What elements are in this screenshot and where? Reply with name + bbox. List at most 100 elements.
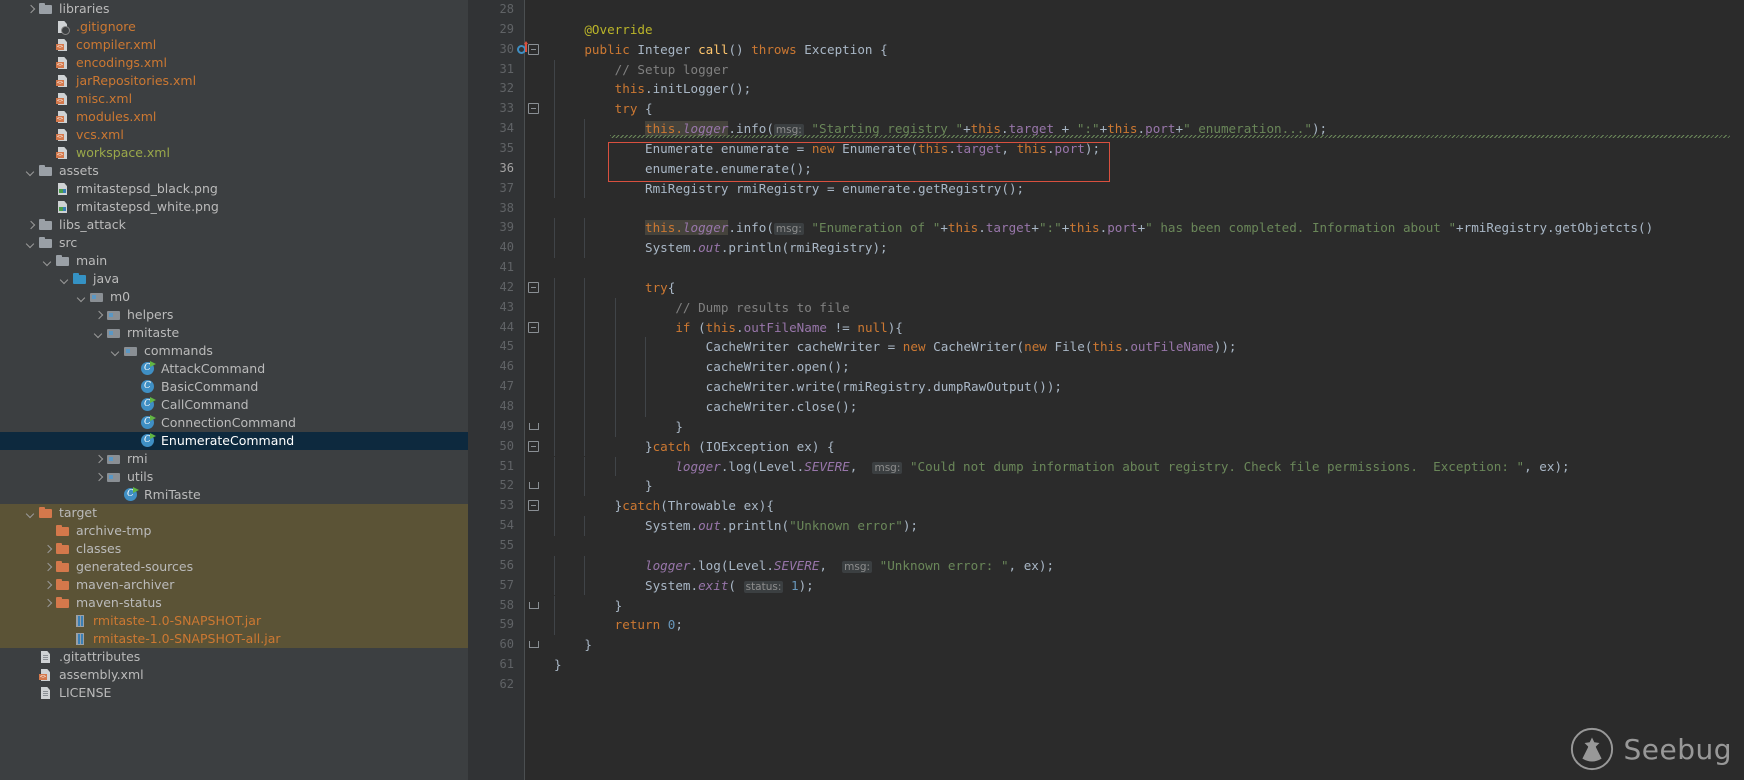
tree-item-src[interactable]: src bbox=[0, 234, 468, 252]
code-line[interactable]: 43 // Dump results to file bbox=[468, 297, 1744, 318]
code-line[interactable]: 46 cacheWriter.open(); bbox=[468, 357, 1744, 378]
code-line[interactable]: 39 this.logger.info(msg: "Enumeration of… bbox=[468, 218, 1744, 239]
chevron-right-icon[interactable] bbox=[25, 4, 36, 15]
chevron-right-icon[interactable] bbox=[42, 598, 53, 609]
tree-item-attackcommand[interactable]: AttackCommand bbox=[0, 360, 468, 378]
project-tree-panel[interactable]: libraries .gitignore compiler.xml encodings… bbox=[0, 0, 468, 780]
code-line[interactable]: 47 cacheWriter.write(rmiRegistry.dumpRaw… bbox=[468, 377, 1744, 397]
code-line[interactable]: 48 cacheWriter.close(); bbox=[468, 397, 1744, 417]
tree-item-rmitaste-1-0-snapshot-jar[interactable]: rmitaste-1.0-SNAPSHOT.jar bbox=[0, 612, 468, 630]
tree-item-libraries[interactable]: libraries bbox=[0, 0, 468, 18]
code-line[interactable]: 42 try{ bbox=[468, 277, 1744, 298]
code-line[interactable]: 38 bbox=[468, 199, 1744, 219]
tree-item-rmitastepsd-black-png[interactable]: rmitastepsd_black.png bbox=[0, 180, 468, 198]
chevron-down-icon[interactable] bbox=[25, 166, 36, 177]
tree-item-maven-archiver[interactable]: maven-archiver bbox=[0, 576, 468, 594]
tree-item-vcs-xml[interactable]: vcs.xml bbox=[0, 126, 468, 144]
code-line[interactable]: 28 bbox=[468, 0, 1744, 20]
code-line[interactable]: 50 }catch (IOException ex) { bbox=[468, 436, 1744, 457]
code-line[interactable]: 45 CacheWriter cacheWriter = new CacheWr… bbox=[468, 337, 1744, 358]
tree-item-utils[interactable]: utils bbox=[0, 468, 468, 486]
code-line[interactable]: 53 }catch(Throwable ex){ bbox=[468, 496, 1744, 517]
tree-item-compiler-xml[interactable]: compiler.xml bbox=[0, 36, 468, 54]
chevron-down-icon[interactable] bbox=[59, 274, 70, 285]
code-line[interactable]: 49 } bbox=[468, 416, 1744, 437]
fold-end-icon[interactable] bbox=[528, 421, 539, 432]
tree-item--gitignore[interactable]: .gitignore bbox=[0, 18, 468, 36]
chevron-down-icon[interactable] bbox=[76, 292, 87, 303]
tree-item-connectioncommand[interactable]: ConnectionCommand bbox=[0, 414, 468, 432]
chevron-right-icon[interactable] bbox=[25, 220, 36, 231]
fold-end-icon[interactable] bbox=[528, 639, 539, 650]
tree-item-assembly-xml[interactable]: assembly.xml bbox=[0, 666, 468, 684]
code-line[interactable]: 59 return 0; bbox=[468, 615, 1744, 636]
tree-item-helpers[interactable]: helpers bbox=[0, 306, 468, 324]
chevron-right-icon[interactable] bbox=[93, 454, 104, 465]
fold-end-icon[interactable] bbox=[528, 600, 539, 611]
code-editor[interactable]: 28 29 @Override 30 public Integer call() t… bbox=[468, 0, 1744, 780]
code-line[interactable]: 29 @Override bbox=[468, 20, 1744, 40]
code-line[interactable]: 60 } bbox=[468, 635, 1744, 655]
tree-item-jarrepositories-xml[interactable]: jarRepositories.xml bbox=[0, 72, 468, 90]
tree-item-callcommand[interactable]: CallCommand bbox=[0, 396, 468, 414]
tree-item-rmi[interactable]: rmi bbox=[0, 450, 468, 468]
fold-collapse-icon[interactable] bbox=[528, 103, 539, 115]
tree-item-modules-xml[interactable]: modules.xml bbox=[0, 108, 468, 126]
chevron-right-icon[interactable] bbox=[93, 472, 104, 483]
tree-item-rmitaste-1-0-snapshot-all-jar[interactable]: rmitaste-1.0-SNAPSHOT-all.jar bbox=[0, 630, 468, 648]
code-line[interactable]: 57 System.exit( status: 1); bbox=[468, 575, 1744, 596]
tree-item-enumeratecommand[interactable]: EnumerateCommand bbox=[0, 432, 468, 450]
chevron-right-icon[interactable] bbox=[93, 310, 104, 321]
code-line[interactable]: 30 public Integer call() throws Exceptio… bbox=[468, 40, 1744, 60]
fold-collapse-icon[interactable] bbox=[528, 440, 539, 452]
code-line[interactable]: 54 System.out.println("Unknown error"); bbox=[468, 516, 1744, 536]
chevron-down-icon[interactable] bbox=[110, 346, 121, 357]
code-line[interactable]: 31 // Setup logger bbox=[468, 59, 1744, 80]
code-line[interactable]: 51 logger.log(Level.SEVERE, msg: "Could … bbox=[468, 456, 1744, 477]
tree-item-commands[interactable]: commands bbox=[0, 342, 468, 360]
fold-collapse-icon[interactable] bbox=[528, 500, 539, 512]
code-line[interactable]: 41 bbox=[468, 258, 1744, 278]
fold-collapse-icon[interactable] bbox=[528, 321, 539, 333]
tree-item-libs-attack[interactable]: libs_attack bbox=[0, 216, 468, 234]
tree-item-misc-xml[interactable]: misc.xml bbox=[0, 90, 468, 108]
tree-item-basiccommand[interactable]: BasicCommand bbox=[0, 378, 468, 396]
chevron-down-icon[interactable] bbox=[25, 508, 36, 519]
tree-item-java[interactable]: java bbox=[0, 270, 468, 288]
code-line[interactable]: 58 } bbox=[468, 595, 1744, 616]
code-line[interactable]: 52 } bbox=[468, 476, 1744, 497]
chevron-down-icon[interactable] bbox=[93, 328, 104, 339]
chevron-down-icon[interactable] bbox=[42, 256, 53, 267]
code-line[interactable]: 32 this.initLogger(); bbox=[468, 79, 1744, 100]
chevron-right-icon[interactable] bbox=[42, 544, 53, 555]
code-line[interactable]: 36 enumerate.enumerate(); bbox=[468, 158, 1744, 179]
tree-item-classes[interactable]: classes bbox=[0, 540, 468, 558]
tree-item-m0[interactable]: m0 bbox=[0, 288, 468, 306]
tree-item-rmitastepsd-white-png[interactable]: rmitastepsd_white.png bbox=[0, 198, 468, 216]
tree-item-archive-tmp[interactable]: archive-tmp bbox=[0, 522, 468, 540]
code-line[interactable]: 33 try { bbox=[468, 99, 1744, 120]
tree-item-main[interactable]: main bbox=[0, 252, 468, 270]
code-line[interactable]: 37 RmiRegistry rmiRegistry = enumerate.g… bbox=[468, 178, 1744, 199]
tree-item-maven-status[interactable]: maven-status bbox=[0, 594, 468, 612]
tree-item-target[interactable]: target bbox=[0, 504, 468, 522]
code-line[interactable]: 55 bbox=[468, 536, 1744, 556]
chevron-right-icon[interactable] bbox=[42, 562, 53, 573]
code-line[interactable]: 40 System.out.println(rmiRegistry); bbox=[468, 238, 1744, 258]
fold-end-icon[interactable] bbox=[528, 480, 539, 491]
code-line[interactable]: 62 bbox=[468, 675, 1744, 695]
code-line[interactable]: 35 Enumerate enumerate = new Enumerate(t… bbox=[468, 138, 1744, 159]
run-gutter-icon[interactable] bbox=[517, 40, 531, 57]
fold-collapse-icon[interactable] bbox=[528, 281, 539, 293]
tree-item--gitattributes[interactable]: .gitattributes bbox=[0, 648, 468, 666]
tree-item-rmitaste[interactable]: RmiTaste bbox=[0, 486, 468, 504]
chevron-right-icon[interactable] bbox=[42, 580, 53, 591]
tree-item-workspace-xml[interactable]: workspace.xml bbox=[0, 144, 468, 162]
code-line[interactable]: 44 if (this.outFileName != null){ bbox=[468, 317, 1744, 338]
code-line[interactable]: 61} bbox=[468, 655, 1744, 675]
tree-item-generated-sources[interactable]: generated-sources bbox=[0, 558, 468, 576]
chevron-down-icon[interactable] bbox=[25, 238, 36, 249]
tree-item-encodings-xml[interactable]: encodings.xml bbox=[0, 54, 468, 72]
tree-item-rmitaste[interactable]: rmitaste bbox=[0, 324, 468, 342]
tree-item-license[interactable]: LICENSE bbox=[0, 684, 468, 702]
